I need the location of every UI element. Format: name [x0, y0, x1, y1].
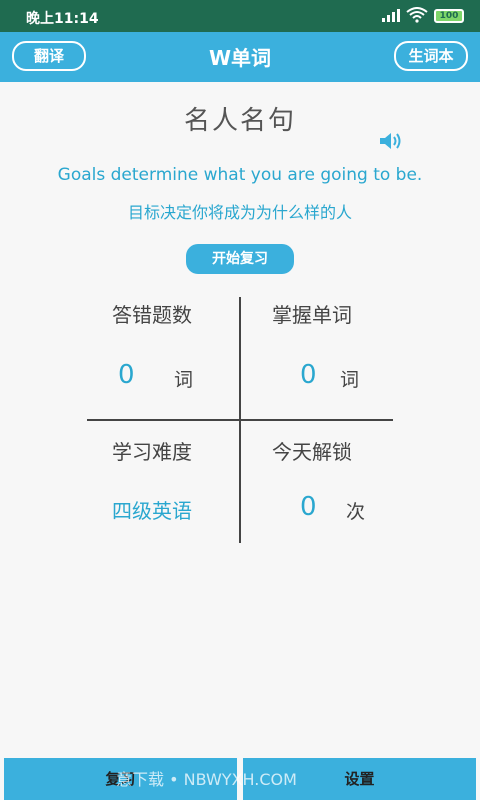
watermark: 意下载 • NBWYXH.COM [116, 770, 297, 789]
app-bar: 翻译 W单词 生词本 [0, 32, 480, 82]
grid-divider-horizontal [87, 419, 393, 421]
wrong-count-label: 答错题数 [112, 303, 192, 327]
mastered-words-label: 掌握单词 [272, 303, 352, 327]
quote-english: Goals determine what you are going to be… [57, 165, 423, 185]
unlock-today-label: 今天解锁 [272, 440, 352, 464]
wrong-count-unit: 词 [174, 369, 194, 391]
signal-icon [382, 9, 400, 22]
vocabulary-book-button[interactable]: 生词本 [394, 41, 468, 71]
mastered-words-value: 0 [300, 360, 317, 390]
status-time: 晚上11:14 [26, 11, 99, 27]
wifi-icon [406, 7, 428, 23]
unlock-today-unit: 次 [346, 501, 366, 523]
speaker-icon[interactable] [378, 130, 404, 152]
status-bar: 晚上11:14 100 [0, 0, 480, 32]
difficulty-label: 学习难度 [112, 440, 192, 464]
mastered-words-unit: 词 [340, 369, 360, 391]
wrong-count-value: 0 [118, 360, 135, 390]
unlock-today-value: 0 [300, 492, 317, 522]
page-heading: 名人名句 [183, 106, 296, 136]
difficulty-value[interactable]: 四级英语 [112, 495, 192, 524]
start-review-button[interactable]: 开始复习 [186, 244, 294, 274]
battery-icon: 100 [434, 9, 464, 23]
quote-chinese: 目标决定你将成为为什么样的人 [127, 203, 352, 222]
